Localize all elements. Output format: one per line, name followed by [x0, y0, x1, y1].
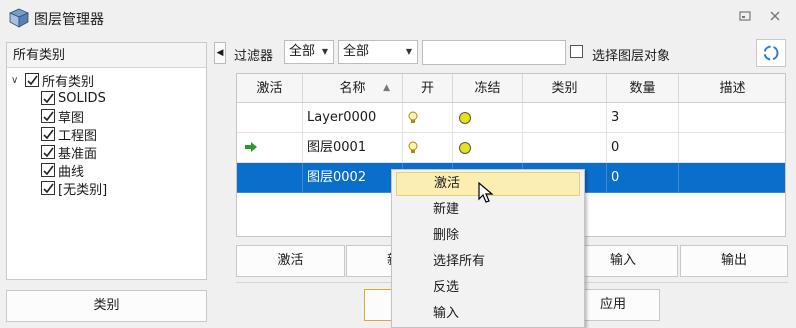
cell-description[interactable] [679, 103, 785, 133]
context-menu-item-select-all[interactable]: 选择所有 [396, 250, 580, 274]
layer-manager-app-icon [9, 8, 29, 28]
cell-name[interactable]: 图层0001 [303, 133, 403, 163]
activate-button[interactable]: 激活 [236, 245, 345, 277]
filter-combo-1-value: 全部 [289, 44, 316, 59]
title-bar: 图层管理器 [0, 0, 796, 36]
cell-name[interactable]: Layer0000 [303, 103, 403, 133]
filter-combo-2-value: 全部 [343, 44, 370, 59]
tree-item-label: 曲线 [58, 164, 85, 180]
tree-checkbox[interactable] [41, 127, 55, 141]
filter-combo-2[interactable]: 全部 ▼ [338, 40, 418, 64]
freeze-dot-icon[interactable] [459, 112, 471, 124]
cell-frozen[interactable] [453, 133, 523, 163]
cell-frozen[interactable] [453, 103, 523, 133]
cell-count[interactable]: 0 [607, 163, 679, 193]
tree-checkbox[interactable] [41, 91, 55, 105]
tree-item-label: SOLIDS [58, 90, 106, 106]
collapse-left-icon[interactable]: ◀ [214, 42, 226, 64]
tree-checkbox[interactable] [41, 163, 55, 177]
context-menu-item-delete[interactable]: 删除 [396, 224, 580, 248]
cell-on[interactable] [403, 133, 453, 163]
cell-category[interactable] [523, 133, 607, 163]
cell-category[interactable] [523, 103, 607, 133]
mouse-cursor-icon [478, 182, 494, 203]
category-tree-panel: 所有类别 ∨ 所有类别 SOLIDS 草图 工程图 基准面 曲线 [无类别] [6, 42, 207, 280]
export-button[interactable]: 输出 [680, 245, 788, 277]
tree-header: 所有类别 [7, 43, 206, 68]
filter-combo-1[interactable]: 全部 ▼ [284, 40, 334, 64]
tree-item-datum[interactable]: 基准面 [41, 143, 98, 162]
window-title: 图层管理器 [34, 12, 104, 28]
tree-item-label: 所有类别 [42, 74, 95, 90]
context-menu-item-invert[interactable]: 反选 [396, 276, 580, 300]
cell-on[interactable] [403, 103, 453, 133]
category-button[interactable]: 类别 [6, 290, 207, 322]
cell-active[interactable] [237, 133, 303, 163]
column-header-name[interactable]: 名称 ▲ [303, 74, 403, 103]
close-icon[interactable] [766, 9, 784, 27]
column-header-count[interactable]: 数量 [607, 74, 679, 103]
cell-description[interactable] [679, 163, 785, 193]
tree-checkbox[interactable] [41, 181, 55, 195]
tree-item-label: 草图 [58, 110, 85, 126]
tree-checkbox[interactable] [25, 73, 39, 87]
column-header-active[interactable]: 激活 [237, 74, 303, 103]
restore-icon[interactable] [736, 9, 754, 27]
column-header-category[interactable]: 类别 [523, 74, 607, 103]
tree-item-label: 基准面 [58, 146, 98, 162]
tree-checkbox[interactable] [41, 109, 55, 123]
sort-up-icon: ▲ [383, 83, 390, 93]
filter-label: 过滤器 [234, 49, 274, 64]
cell-description[interactable] [679, 133, 785, 163]
dropdown-arrow-icon: ▼ [321, 47, 328, 56]
column-header-on[interactable]: 开 [403, 74, 453, 103]
tree-item-curve[interactable]: 曲线 [41, 161, 85, 180]
cell-count[interactable]: 0 [607, 133, 679, 163]
column-header-description[interactable]: 描述 [679, 74, 785, 103]
tree-item-label: [无类别] [58, 182, 108, 198]
dropdown-arrow-icon: ▼ [405, 47, 412, 56]
tree-item-label: 工程图 [58, 128, 98, 144]
tree-item-all[interactable]: ∨ 所有类别 [11, 71, 95, 90]
column-header-name-label: 名称 [339, 81, 366, 96]
column-header-frozen[interactable]: 冻结 [453, 74, 523, 103]
select-layer-objects-label: 选择图层对象 [592, 49, 671, 64]
tree-checkbox[interactable] [41, 145, 55, 159]
cell-active[interactable] [237, 103, 303, 133]
cell-active[interactable] [237, 163, 303, 193]
context-menu-item-import[interactable]: 输入 [396, 302, 580, 326]
chevron-down-icon[interactable]: ∨ [11, 75, 25, 86]
cell-count[interactable]: 3 [607, 103, 679, 133]
cell-name[interactable]: 图层0002 [303, 163, 403, 193]
tree-item-drawing[interactable]: 工程图 [41, 125, 98, 144]
tree-item-solids[interactable]: SOLIDS [41, 89, 106, 107]
filter-search-input[interactable] [422, 40, 566, 65]
refresh-icon [763, 45, 779, 61]
active-arrow-icon [245, 142, 257, 152]
tree-item-sketch[interactable]: 草图 [41, 107, 85, 126]
lightbulb-on-icon[interactable] [408, 111, 418, 125]
lightbulb-on-icon[interactable] [408, 141, 418, 155]
freeze-dot-icon[interactable] [459, 142, 471, 154]
select-layer-objects-checkbox[interactable] [570, 45, 583, 58]
tree-item-none[interactable]: [无类别] [41, 179, 108, 198]
refresh-button[interactable] [756, 39, 786, 67]
